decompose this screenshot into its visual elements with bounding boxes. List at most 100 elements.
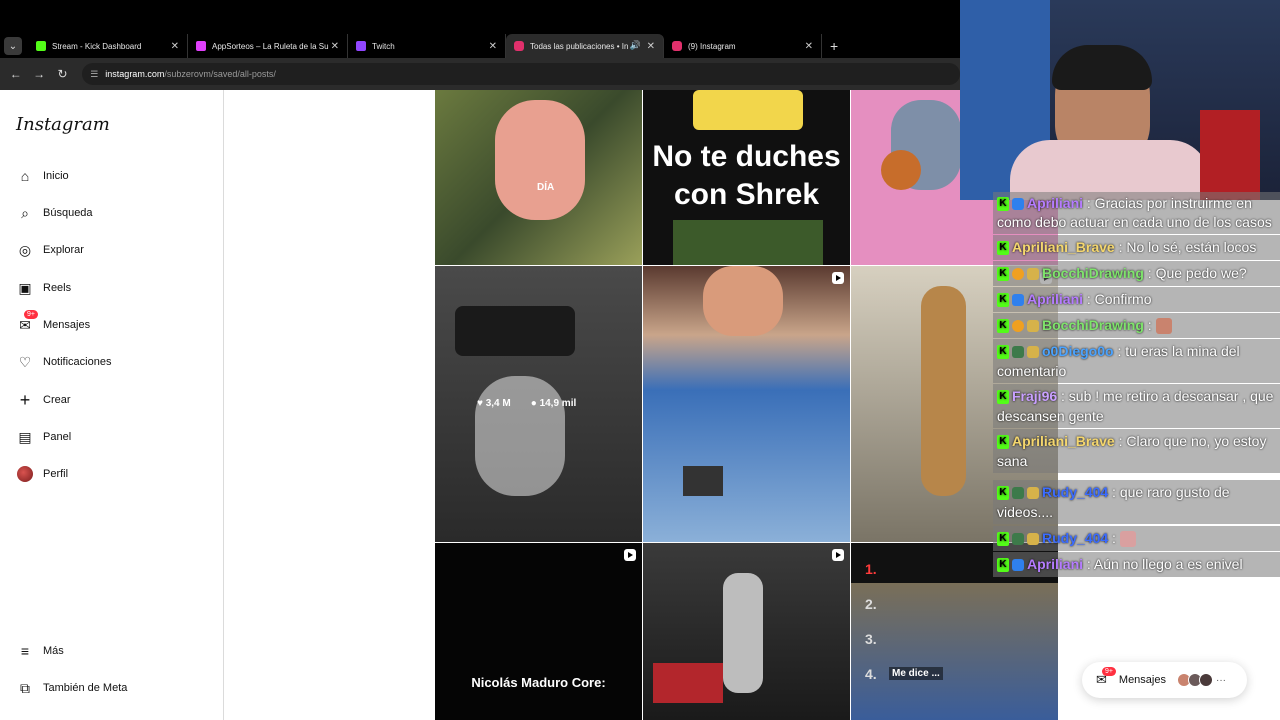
reel-icon bbox=[832, 549, 844, 561]
post-tile[interactable]: ♥ 3,4 M ● 14,9 mil bbox=[435, 266, 642, 542]
sidebar-more-button[interactable]: ≡ Más bbox=[16, 639, 64, 663]
appsorteos-icon bbox=[196, 41, 206, 51]
tab-instagram-saved[interactable]: Todas las publicaciones • In 🔊 ✕ bbox=[506, 34, 664, 58]
stream-chat-overlay: K Apriliani : Gracias por instruirme en c… bbox=[993, 192, 1280, 577]
address-bar: ← → ↻ ☰ instagram.com /subzerovm/saved/a… bbox=[0, 58, 961, 90]
badge-icon bbox=[1012, 294, 1024, 307]
notification-badge: 9+ bbox=[24, 310, 38, 319]
close-icon[interactable]: ✕ bbox=[489, 41, 497, 52]
sidebar-item-label: También de Meta bbox=[43, 682, 128, 694]
tab-appsorteos[interactable]: AppSorteos – La Ruleta de la Su ✕ bbox=[188, 34, 348, 58]
kick-icon: K bbox=[997, 267, 1009, 282]
sidebar-item-label: Perfil bbox=[43, 468, 69, 480]
tab-label: AppSorteos – La Ruleta de la Su bbox=[212, 41, 329, 51]
tab-twitch[interactable]: Twitch ✕ bbox=[348, 34, 506, 58]
messages-pill-button[interactable]: ✉ 9+ Mensajes ··· bbox=[1082, 662, 1247, 698]
menu-icon: ≡ bbox=[20, 643, 30, 659]
plus-icon: + bbox=[19, 389, 31, 410]
new-tab-button[interactable]: + bbox=[830, 38, 838, 54]
rank-label: 3. bbox=[865, 631, 877, 647]
chat-message: K BocchiDrawing : Que pedo we? bbox=[993, 261, 1280, 286]
tab-instagram[interactable]: (9) Instagram ✕ bbox=[664, 34, 822, 58]
forward-button[interactable]: → bbox=[27, 67, 50, 81]
post-tile[interactable] bbox=[643, 543, 850, 720]
comments-count: ● 14,9 mil bbox=[530, 398, 577, 409]
url-field[interactable]: ☰ instagram.com /subzerovm/saved/all-pos… bbox=[82, 63, 961, 85]
messages-pill-label: Mensajes bbox=[1118, 674, 1166, 686]
reload-button[interactable]: ↻ bbox=[51, 67, 74, 81]
kick-icon bbox=[36, 41, 46, 51]
badge-icon bbox=[1027, 487, 1039, 500]
avatar bbox=[1198, 673, 1213, 687]
kick-icon: K bbox=[997, 532, 1009, 547]
chat-message: K BocchiDrawing : bbox=[993, 313, 1280, 338]
tab-strip: ⌄ Stream - Kick Dashboard ✕ AppSorteos –… bbox=[0, 34, 960, 58]
site-settings-icon[interactable]: ☰ bbox=[90, 69, 98, 80]
avatar bbox=[16, 465, 34, 483]
webcam-overlay bbox=[960, 0, 1280, 200]
close-icon[interactable]: ✕ bbox=[805, 41, 813, 52]
rank-label: 4. bbox=[865, 666, 877, 682]
avatar-stack: ··· bbox=[1176, 673, 1226, 687]
kick-icon: K bbox=[997, 319, 1009, 334]
tab-label: Todas las publicaciones • In bbox=[530, 41, 629, 51]
chat-message: K Apriliani : Gracias por instruirme en c… bbox=[993, 192, 1280, 234]
chat-message: K Rudy_404 : bbox=[993, 526, 1280, 551]
kick-icon: K bbox=[997, 345, 1009, 360]
sidebar-item-inicio[interactable]: ⌂ Inicio bbox=[16, 164, 69, 188]
post-tile[interactable]: DÍA bbox=[435, 90, 642, 265]
reel-icon bbox=[624, 549, 636, 561]
tab-label: (9) Instagram bbox=[688, 41, 736, 51]
close-icon[interactable]: ✕ bbox=[171, 41, 179, 52]
sidebar-item-explorar[interactable]: ◎ Explorar bbox=[16, 238, 84, 262]
post-tile[interactable]: Nicolás Maduro Core: bbox=[435, 543, 642, 720]
instagram-logo[interactable]: Instagram bbox=[16, 114, 110, 135]
badge-icon bbox=[1027, 346, 1039, 359]
tab-label: Twitch bbox=[372, 41, 395, 51]
tab-kick[interactable]: Stream - Kick Dashboard ✕ bbox=[28, 34, 188, 58]
sidebar-item-label: Explorar bbox=[43, 244, 84, 256]
close-icon[interactable]: ✕ bbox=[331, 41, 339, 52]
sidebar-item-label: Crear bbox=[43, 394, 71, 406]
back-button[interactable]: ← bbox=[4, 67, 27, 81]
chat-message: K Apriliani_Brave : Claro que no, yo esto… bbox=[993, 429, 1280, 473]
post-tile[interactable]: No te duches con Shrek bbox=[643, 90, 850, 265]
heart-icon: ♡ bbox=[18, 353, 32, 370]
twitch-icon bbox=[356, 41, 366, 51]
tile-caption: Me dice ... bbox=[889, 667, 943, 680]
messenger-icon: ✉ 9+ bbox=[16, 310, 38, 334]
kick-icon: K bbox=[997, 390, 1009, 405]
close-icon[interactable]: ✕ bbox=[647, 41, 655, 52]
notification-badge: 9+ bbox=[1102, 667, 1116, 676]
chat-message: K Apriliani : Confirmo bbox=[993, 287, 1280, 312]
post-tile[interactable] bbox=[643, 266, 850, 542]
badge-icon bbox=[1012, 559, 1024, 572]
sidebar-item-label: Búsqueda bbox=[43, 207, 93, 219]
sidebar-item-busqueda[interactable]: ⌕ Búsqueda bbox=[16, 201, 93, 225]
sidebar-item-label: Más bbox=[43, 645, 64, 657]
kick-icon: K bbox=[997, 241, 1009, 256]
sidebar-item-panel[interactable]: ▤ Panel bbox=[16, 425, 71, 449]
tile-text: DÍA bbox=[537, 182, 555, 193]
sidebar-meta-button[interactable]: ⧉ También de Meta bbox=[16, 676, 127, 700]
more-icon: ··· bbox=[1215, 674, 1226, 686]
home-icon: ⌂ bbox=[20, 168, 30, 184]
kick-icon: K bbox=[997, 486, 1009, 501]
sidebar-item-crear[interactable]: + Crear bbox=[16, 388, 71, 412]
badge-icon bbox=[1012, 320, 1024, 333]
badge-icon bbox=[1027, 533, 1039, 546]
instagram-icon bbox=[514, 41, 524, 51]
tab-search-button[interactable]: ⌄ bbox=[4, 37, 22, 55]
chat-message: K Fraji96 : sub ! me retiro a descansar ,… bbox=[993, 384, 1280, 428]
sidebar-item-mensajes[interactable]: ✉ 9+ Mensajes bbox=[16, 310, 90, 337]
kick-icon: K bbox=[997, 435, 1009, 450]
badge-icon bbox=[1012, 533, 1024, 546]
sidebar-item-notificaciones[interactable]: ♡ Notificaciones bbox=[16, 350, 112, 374]
speaker-icon[interactable]: 🔊 bbox=[630, 40, 641, 51]
sidebar-item-label: Reels bbox=[43, 282, 72, 294]
badge-icon bbox=[1027, 320, 1039, 333]
sidebar-item-perfil[interactable]: Perfil bbox=[16, 462, 68, 486]
kick-icon: K bbox=[997, 293, 1009, 308]
sidebar-item-reels[interactable]: ▣ Reels bbox=[16, 276, 71, 300]
dashboard-icon: ▤ bbox=[18, 428, 32, 445]
